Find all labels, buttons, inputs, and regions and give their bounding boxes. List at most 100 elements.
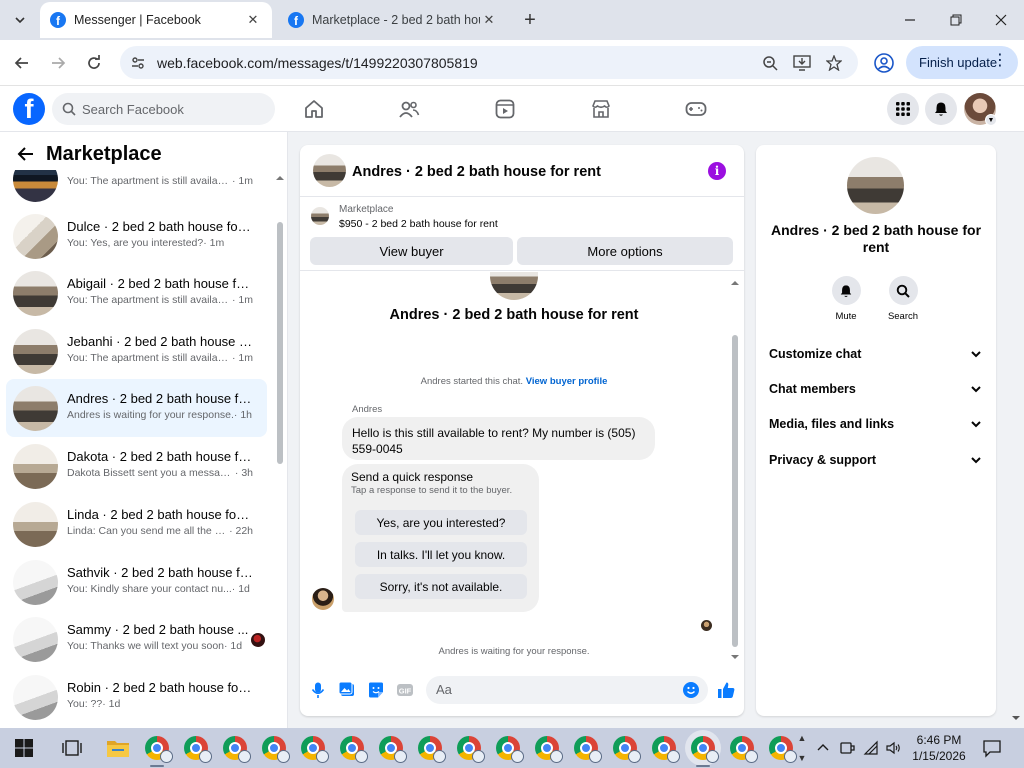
- sender-avatar[interactable]: [312, 588, 334, 610]
- tab-marketplace[interactable]: f Marketplace - 2 bed 2 bath hou ✕: [278, 2, 508, 38]
- friends-icon[interactable]: [398, 98, 420, 120]
- chrome-taskbar-icon[interactable]: [535, 736, 563, 763]
- conversation-item[interactable]: You: The apartment is still availabl... ·…: [6, 170, 267, 208]
- chrome-taskbar-icon-active[interactable]: [691, 736, 719, 763]
- emoji-icon[interactable]: [683, 682, 699, 698]
- wifi-icon[interactable]: [863, 740, 879, 756]
- customize-chat-section[interactable]: Customize chat: [769, 344, 983, 364]
- new-tab-button[interactable]: +: [518, 8, 542, 32]
- notifications-button[interactable]: [925, 93, 957, 125]
- chevron-down-icon[interactable]: ▼: [985, 114, 997, 126]
- notification-center-icon[interactable]: [982, 738, 1002, 758]
- marketplace-icon[interactable]: [590, 98, 612, 120]
- chrome-taskbar-icon[interactable]: [457, 736, 485, 763]
- scroll-down-icon[interactable]: [1011, 714, 1021, 722]
- file-explorer-icon[interactable]: [106, 738, 130, 758]
- view-buyer-button[interactable]: View buyer: [310, 237, 513, 265]
- chrome-taskbar-icon[interactable]: [613, 736, 641, 763]
- chrome-taskbar-icon[interactable]: [418, 736, 446, 763]
- chrome-taskbar-icon[interactable]: [223, 736, 251, 763]
- photo-icon[interactable]: [338, 681, 356, 699]
- minimize-button[interactable]: [896, 6, 924, 34]
- media-files-links-section[interactable]: Media, files and links: [769, 414, 983, 434]
- reload-button[interactable]: [81, 50, 107, 76]
- omnibox[interactable]: web.facebook.com/messages/t/149922030780…: [120, 46, 858, 79]
- menu-button[interactable]: [887, 93, 919, 125]
- chrome-taskbar-icon[interactable]: [496, 736, 524, 763]
- task-view-icon[interactable]: [62, 738, 82, 758]
- scroll-up-icon[interactable]: [730, 279, 740, 287]
- scroll-thumb[interactable]: [277, 222, 283, 464]
- scroll-down-icon[interactable]: [730, 653, 740, 661]
- facebook-logo-icon[interactable]: f: [13, 93, 45, 125]
- back-arrow-icon[interactable]: [16, 144, 36, 164]
- conversation-item-selected[interactable]: Andres · 2 bed 2 bath house for... Andre…: [6, 379, 267, 437]
- bookmark-star-icon[interactable]: [824, 53, 844, 73]
- search-icon[interactable]: [888, 276, 918, 305]
- chrome-taskbar-icon[interactable]: [301, 736, 329, 763]
- install-app-icon[interactable]: [792, 53, 812, 73]
- chat-title[interactable]: Andres · 2 bed 2 bath house for rent: [352, 164, 601, 180]
- chat-members-section[interactable]: Chat members: [769, 379, 983, 399]
- scroll-up-icon[interactable]: [275, 174, 285, 182]
- taskbar-overflow[interactable]: ▲ ▼: [795, 728, 809, 768]
- message-input[interactable]: [436, 682, 676, 697]
- gif-icon[interactable]: GIF: [396, 681, 414, 699]
- chrome-taskbar-icon[interactable]: [145, 736, 173, 763]
- page-scrollbar[interactable]: [1008, 132, 1024, 728]
- quick-response-option[interactable]: Yes, are you interested?: [355, 510, 527, 535]
- mute-action[interactable]: Mute: [826, 276, 866, 322]
- message-field[interactable]: [426, 676, 708, 704]
- close-icon[interactable]: ✕: [244, 11, 262, 29]
- finish-update-button[interactable]: Finish update ⋮: [906, 46, 1018, 79]
- chevron-down-icon[interactable]: ▼: [795, 748, 809, 768]
- sticker-icon[interactable]: [367, 681, 385, 699]
- kebab-menu-icon[interactable]: ⋮: [992, 53, 1008, 69]
- listing-price-title[interactable]: $950 - 2 bed 2 bath house for rent: [339, 218, 498, 230]
- close-icon[interactable]: ✕: [480, 11, 498, 29]
- tab-messenger[interactable]: f Messenger | Facebook ✕: [40, 2, 272, 38]
- close-window-button[interactable]: [987, 6, 1015, 34]
- chrome-taskbar-icon[interactable]: [340, 736, 368, 763]
- chat-avatar[interactable]: [313, 154, 346, 187]
- quick-response-option[interactable]: Sorry, it's not available.: [355, 574, 527, 599]
- bell-icon[interactable]: [831, 276, 861, 305]
- chrome-taskbar-icon[interactable]: [184, 736, 212, 763]
- volume-icon[interactable]: [885, 740, 901, 756]
- tab-search-button[interactable]: [6, 8, 34, 32]
- back-button[interactable]: [9, 50, 35, 76]
- conversation-item[interactable]: Sathvik · 2 bed 2 bath house for... You:…: [6, 553, 267, 611]
- site-info-icon[interactable]: [128, 53, 148, 73]
- video-icon[interactable]: [494, 98, 516, 120]
- browser-profile-icon[interactable]: [873, 52, 895, 74]
- chrome-taskbar-icon[interactable]: [769, 736, 797, 763]
- conversation-item[interactable]: Jebanhi · 2 bed 2 bath house fo... You: …: [6, 322, 267, 380]
- device-icon[interactable]: [839, 740, 855, 756]
- chrome-taskbar-icon[interactable]: [730, 736, 758, 763]
- gaming-icon[interactable]: [685, 98, 707, 120]
- conversation-item[interactable]: Sammy · 2 bed 2 bath house ... You: Than…: [6, 610, 267, 668]
- windows-start-icon[interactable]: [14, 738, 34, 758]
- quick-response-option[interactable]: In talks. I'll let you know.: [355, 542, 527, 567]
- search-input[interactable]: [82, 101, 262, 117]
- info-icon[interactable]: i: [708, 162, 726, 180]
- conversation-item[interactable]: Robin · 2 bed 2 bath house for r... You:…: [6, 668, 267, 726]
- scroll-thumb[interactable]: [732, 335, 738, 647]
- view-buyer-profile-link[interactable]: View buyer profile: [526, 376, 608, 387]
- system-clock[interactable]: 6:46 PM 1/15/2026: [904, 732, 974, 764]
- microphone-icon[interactable]: [309, 681, 327, 699]
- chrome-taskbar-icon[interactable]: [379, 736, 407, 763]
- conversation-item[interactable]: Linda · 2 bed 2 bath house for r... Lind…: [6, 495, 267, 553]
- chevron-up-icon[interactable]: ▲: [795, 728, 809, 748]
- restore-button[interactable]: [942, 6, 970, 34]
- chrome-taskbar-icon[interactable]: [574, 736, 602, 763]
- search-action[interactable]: Search: [883, 276, 923, 322]
- facebook-search[interactable]: [52, 93, 275, 125]
- chat-scrollbar[interactable]: [730, 277, 740, 665]
- thumbs-up-icon[interactable]: [716, 680, 736, 700]
- conversation-item[interactable]: Dulce · 2 bed 2 bath house for r... You:…: [6, 207, 267, 265]
- chrome-taskbar-icon[interactable]: [652, 736, 680, 763]
- forward-button[interactable]: [45, 50, 71, 76]
- sidebar-scrollbar[interactable]: [275, 170, 285, 728]
- zoom-icon[interactable]: [760, 53, 780, 73]
